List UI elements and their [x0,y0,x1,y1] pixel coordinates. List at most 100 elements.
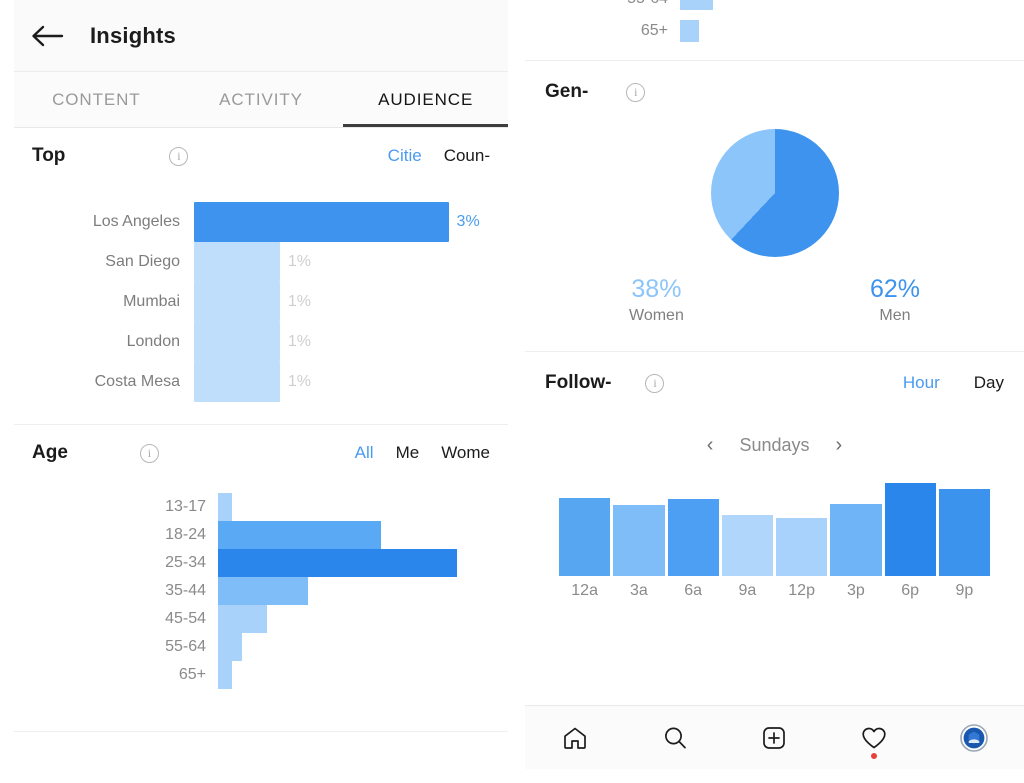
search-icon[interactable] [652,715,698,761]
age-bar [218,549,458,577]
hour-tick: 6a [684,582,703,599]
age-bar [218,577,308,605]
gender-pie-chart [710,129,839,257]
age-bar [680,20,699,42]
segment-days[interactable]: Day [974,373,1004,393]
men-label: Men [879,307,911,324]
section-title-followers: Follow- [545,372,612,393]
hour-axis-labels: 12a 3a 6a 9a 12p 3p 6p 9p [545,576,1004,600]
bar-column [884,476,936,576]
hour-tick: 9p [955,582,974,599]
info-icon[interactable]: i [645,373,665,393]
top-cities-section: Top i Citie Coun- Los Angeles 3% San Die… [14,128,508,424]
age-label: 25-34 [165,554,206,571]
city-bar [194,362,280,402]
cities-countries-toggle: Citie Coun- [388,146,490,166]
women-label: Women [629,307,684,324]
notification-dot [871,752,878,759]
table-row: 18-24 [32,521,490,549]
city-label: Costa Mesa [94,373,180,390]
section-divider [14,731,508,732]
table-row: 13-17 [32,493,490,521]
hour-bar [884,483,936,576]
segment-women[interactable]: Wome [441,443,490,463]
hour-bar [776,518,828,576]
city-value: 1% [287,373,311,390]
right-phone-panel: 55-64 65+ Gen- i 38% Women [525,0,1024,783]
age-bar-wrap [218,521,490,549]
chevron-right-icon[interactable]: › [836,435,843,455]
info-icon[interactable]: i [626,82,646,102]
segment-countries[interactable]: Coun- [444,146,490,166]
app-bar: Insights [14,0,508,72]
bar-column [721,476,773,576]
tab-audience[interactable]: AUDIENCE [343,72,508,127]
city-bar-wrap: 1% [194,242,490,282]
table-row: 25-34 [32,549,490,577]
age-label: 45-54 [165,610,206,627]
table-row: Los Angeles 3% [32,202,490,242]
gender-section: Gen- i 38% Women 62% Men [525,61,1024,351]
section-title-gender: Gen- [545,81,589,102]
table-row: London 1% [32,322,490,362]
city-label: London [126,333,180,350]
tab-activity[interactable]: ACTIVITY [179,72,344,127]
age-bar [218,605,267,633]
age-label: 35-44 [165,582,206,599]
table-row: 55-64 [525,0,713,10]
hour-tick: 9a [738,582,757,599]
chevron-left-icon[interactable]: ‹ [707,435,714,455]
hour-tick: 3a [629,582,648,599]
age-bar [218,661,232,689]
top-cities-chart: Los Angeles 3% San Diego 1% Mumbai 1% Lo… [32,184,490,424]
tab-content[interactable]: CONTENT [14,72,179,127]
age-label: 65+ [178,666,206,683]
city-bar [194,282,280,322]
gender-pie-wrap [545,123,1004,269]
hours-days-toggle: Hour Day [903,373,1004,393]
segment-cities[interactable]: Citie [388,146,422,166]
arrow-left-icon[interactable] [30,23,64,49]
table-row: Mumbai 1% [32,282,490,322]
women-percent: 38% [631,275,682,303]
city-bar [194,242,280,282]
table-row: 35-44 [32,577,490,605]
city-bar-wrap: 1% [194,322,490,362]
info-icon[interactable]: i [139,443,159,463]
age-bar [218,521,382,549]
age-label: 18-24 [165,526,206,543]
age-label: 55-64 [525,0,680,8]
gender-legend: 38% Women 62% Men [545,269,1004,351]
followers-section: Follow- i Hour Day ‹ Sundays › 12a 3a 6a… [525,352,1024,600]
city-bar [194,322,280,362]
top-cities-header: Top i Citie Coun- [32,128,490,184]
add-post-icon[interactable] [751,715,797,761]
heart-icon[interactable] [851,715,897,761]
table-row: Costa Mesa 1% [32,362,490,402]
city-label: Mumbai [123,293,180,310]
age-header: Age i All Me Wome [32,425,490,481]
men-percent: 62% [869,275,920,303]
age-chart: 13-17 18-24 25-34 35-44 45-54 55-64 65+ [32,481,490,707]
hour-tick: 6p [901,582,920,599]
home-icon[interactable] [552,715,598,761]
hour-tick: 12a [571,582,598,599]
bottom-navigation-bar [525,705,1024,769]
segment-hours[interactable]: Hour [903,373,940,393]
age-section: Age i All Me Wome 13-17 18-24 25-34 35-4… [14,425,508,707]
bar-column [938,476,990,576]
legend-men: 62% Men [870,275,920,325]
age-bar-wrap [218,549,490,577]
hour-bar [830,504,882,576]
segment-men[interactable]: Me [396,443,420,463]
bar-column [559,476,611,576]
segment-all[interactable]: All [355,443,374,463]
age-bar-wrap [218,493,490,521]
bar-column [613,476,665,576]
profile-avatar-icon[interactable] [951,715,997,761]
city-value: 1% [287,293,311,310]
city-bar [194,202,449,242]
hour-tick: 3p [846,582,865,599]
age-bar-wrap [218,605,490,633]
info-icon[interactable]: i [169,146,189,166]
